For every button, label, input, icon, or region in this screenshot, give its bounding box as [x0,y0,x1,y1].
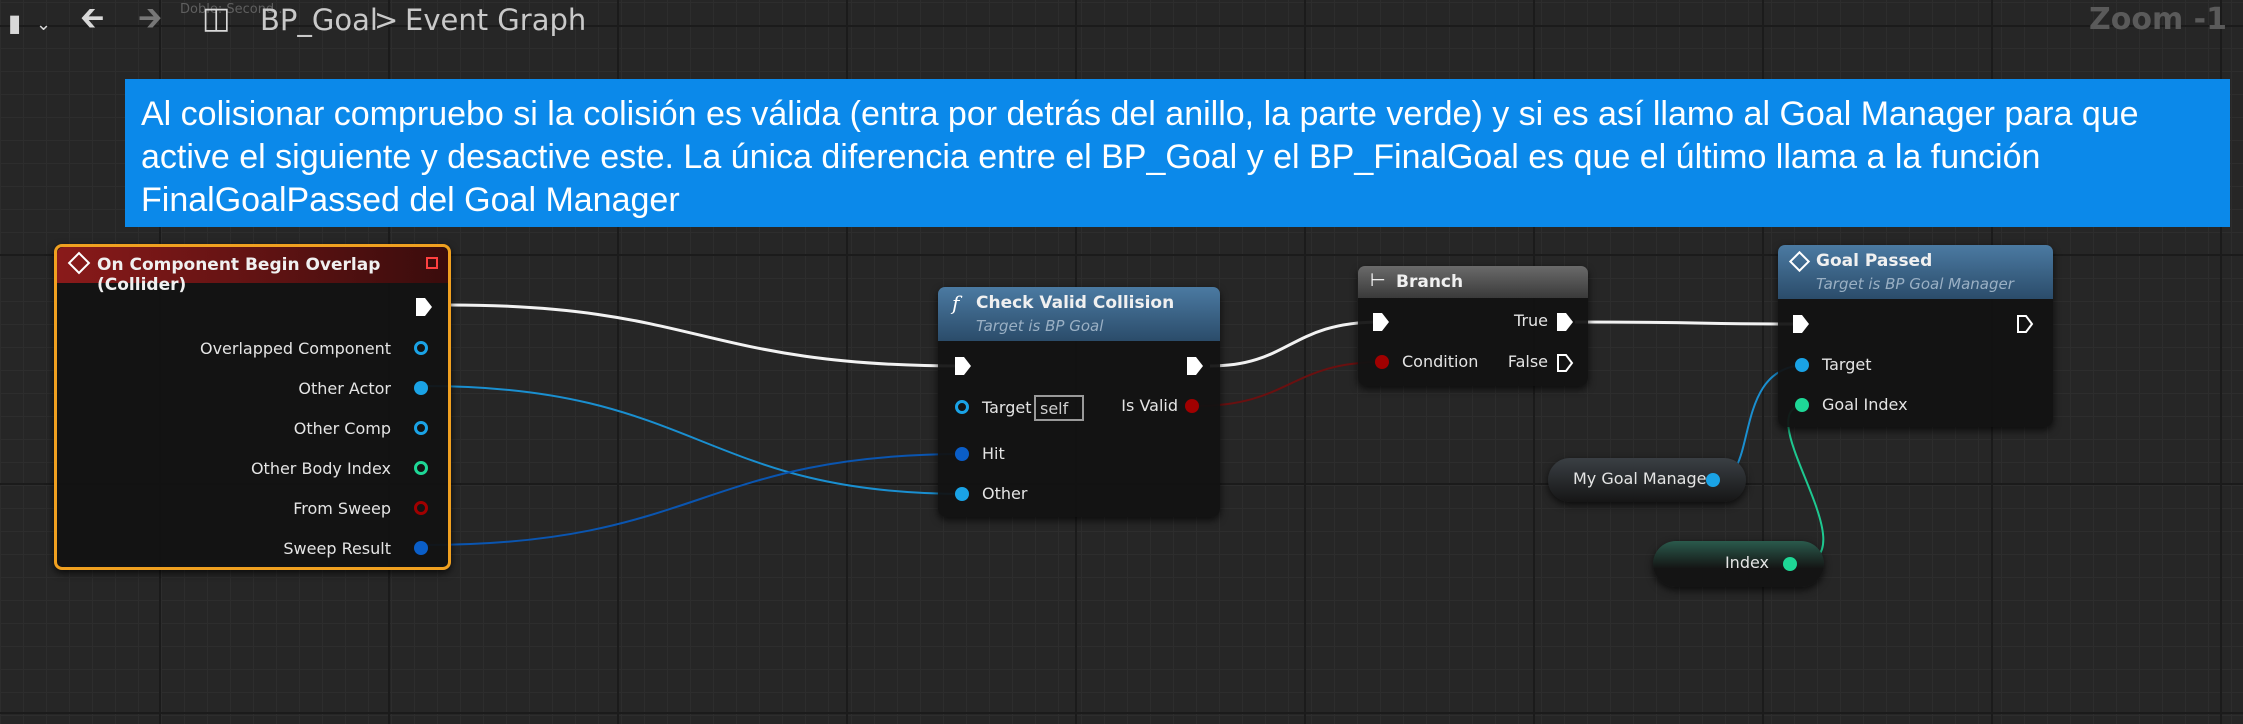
exec-wire-overlap-to-check [449,303,963,368]
bool-wire-isvalid-to-condition [1195,361,1383,407]
node-title: Check Valid Collision [976,293,1175,313]
struct-wire-sweepresult-to-hit [424,453,966,546]
pin-label-goal-index: Goal Index [1822,395,1908,414]
object-wire-otheractor-to-other [424,385,966,495]
event-node-overlap[interactable]: On Component Begin Overlap (Collider) Ov… [54,244,451,570]
node-header [1358,266,1588,298]
pin-index-out[interactable] [1783,557,1797,571]
pin-other-actor[interactable] [414,381,428,395]
pin-is-valid[interactable] [1185,399,1199,413]
pin-label-other-actor: Other Actor [298,379,391,398]
pin-target[interactable] [1795,358,1809,372]
pin-label-hit: Hit [982,444,1005,463]
pin-hit[interactable] [955,447,969,461]
pin-label-other-comp: Other Comp [293,419,391,438]
variable-node-index[interactable]: Index [1653,541,1824,587]
variable-node-my-goal-manager[interactable]: My Goal Manager [1548,458,1746,502]
pin-label-is-valid: Is Valid [1121,396,1178,415]
pin-my-goal-manager-out[interactable] [1706,473,1720,487]
pin-sweep-result[interactable] [414,541,428,555]
exec-in-pin[interactable] [1792,314,1810,334]
node-subtitle: Target is BP Goal [976,317,1104,335]
exec-true-pin[interactable] [1556,312,1574,332]
exec-out-pin[interactable] [1186,356,1204,376]
pin-label-other-body-index: Other Body Index [250,459,391,478]
function-node-goal-passed[interactable]: Goal Passed Target is BP Goal Manager Ta… [1778,245,2053,427]
pin-other-comp[interactable] [414,421,428,435]
pin-label-target: Target [982,398,1032,417]
pin-label-true: True [1514,311,1548,330]
node-subtitle: Target is BP Goal Manager [1816,275,2014,293]
function-node-check-valid-collision[interactable]: f Check Valid Collision Target is BP Goa… [938,287,1220,517]
node-title: Branch [1396,272,1464,292]
exec-in-pin[interactable] [1372,312,1390,332]
exec-false-pin[interactable] [1556,353,1574,373]
pin-condition[interactable] [1375,355,1389,369]
pin-label-condition: Condition [1402,352,1479,371]
exec-wire-branch-to-goalpassed [1574,320,1801,326]
pin-label-from-sweep: From Sweep [293,499,391,518]
exec-out-pin[interactable] [2016,314,2034,334]
pin-label-sweep-result: Sweep Result [283,539,391,558]
pin-label-overlapped-component: Overlapped Component [199,339,391,358]
pin-overlapped-component[interactable] [414,341,428,355]
node-title: Goal Passed [1816,251,1933,271]
exec-in-pin[interactable] [954,356,972,376]
branch-node[interactable]: ⊢ Branch True Condition False [1358,266,1588,386]
pin-from-sweep[interactable] [414,501,428,515]
delegate-pin-icon[interactable] [426,257,438,269]
pin-label-target: Target [1822,355,1872,374]
pin-other-body-index[interactable] [414,461,428,475]
branch-icon: ⊢ [1370,270,1386,291]
target-self-field[interactable]: self [1034,395,1084,421]
pin-target[interactable] [955,400,969,414]
pin-label-false: False [1507,352,1548,371]
pin-label-other: Other [982,484,1028,503]
variable-label: Index [1724,553,1769,572]
node-title: On Component Begin Overlap (Collider) [97,255,381,295]
pin-other[interactable] [955,487,969,501]
variable-label: My Goal Manager [1573,469,1714,488]
exec-out-pin[interactable] [415,297,433,317]
pin-goal-index[interactable] [1795,398,1809,412]
function-icon: f [952,291,960,315]
exec-wire-check-to-branch [1209,320,1381,368]
